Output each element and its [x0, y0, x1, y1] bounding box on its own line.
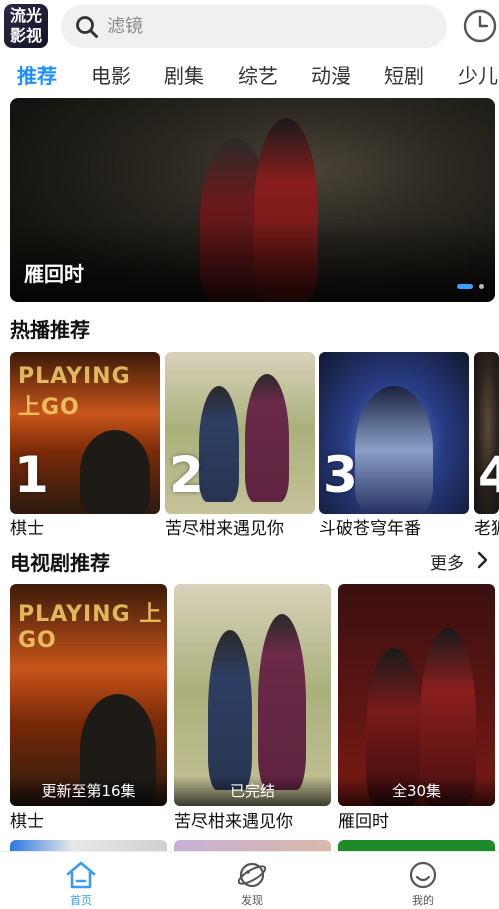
tab-short-drama[interactable]: 短剧: [384, 60, 424, 89]
smiley-icon: [409, 861, 437, 889]
banner-indicator-active[interactable]: [457, 284, 473, 289]
tv-item-title: 雁回时: [338, 812, 389, 832]
category-tabs: 推荐 电影 剧集 综艺 动漫 短剧 少儿: [0, 56, 499, 96]
hot-card[interactable]: 3: [319, 352, 469, 514]
tab-anime[interactable]: 动漫: [311, 60, 351, 89]
rank-number: 1: [14, 446, 49, 504]
nav-home[interactable]: 首页: [51, 860, 111, 908]
search-bar[interactable]: [61, 5, 447, 48]
nav-profile-label: 我的: [412, 894, 434, 907]
poster-art-text: PLAYING 上GO: [18, 364, 131, 420]
episode-badge: 全30集: [338, 776, 495, 806]
tv-card[interactable]: PLAYING 上GO 更新至第16集: [10, 584, 167, 806]
poster-figure: [80, 430, 150, 514]
rank-number: 3: [323, 446, 358, 504]
hot-section-title: 热播推荐: [10, 318, 90, 342]
tab-kids[interactable]: 少儿: [458, 60, 498, 89]
hot-card[interactable]: 2: [165, 352, 315, 514]
app-logo[interactable]: 流光 影视: [4, 4, 48, 48]
nav-home-label: 首页: [70, 894, 92, 907]
episode-badge: 更新至第16集: [10, 776, 167, 806]
poster-figure: [245, 374, 289, 502]
nav-discover[interactable]: 发现: [222, 860, 282, 908]
top-bar: 流光 影视: [0, 0, 499, 54]
poster-figure: [355, 386, 433, 514]
rank-number: 2: [169, 446, 204, 504]
nav-discover-label: 发现: [241, 894, 263, 907]
planet-icon: [237, 862, 267, 888]
hot-card[interactable]: PLAYING 上GO 1: [10, 352, 160, 514]
nav-profile[interactable]: 我的: [393, 860, 453, 908]
tv-section-title: 电视剧推荐: [10, 551, 110, 575]
hot-item-title: 棋士: [10, 519, 44, 539]
tv-card[interactable]: 全30集: [338, 584, 495, 806]
bottom-navigation: 首页 发现 我的: [0, 851, 499, 909]
chevron-right-icon[interactable]: [476, 551, 488, 569]
hot-item-title: 斗破苍穹年番: [319, 519, 421, 539]
more-link[interactable]: 更多: [430, 549, 464, 574]
banner-indicator[interactable]: [479, 284, 484, 289]
logo-line-2: 影视: [9, 26, 42, 45]
poster-figure: [258, 614, 306, 790]
banner-title: 雁回时: [24, 262, 84, 286]
tv-item-title: 棋士: [10, 812, 44, 832]
hot-item-title: 苦尽柑来遇见你: [165, 519, 284, 539]
episode-badge: 已完结: [174, 776, 331, 806]
poster-art-text: PLAYING 上GO: [18, 602, 163, 653]
home-icon: [66, 861, 96, 889]
tab-series[interactable]: 剧集: [164, 60, 204, 89]
tab-recommend[interactable]: 推荐: [17, 60, 57, 89]
rank-number: 4: [478, 446, 499, 504]
hero-banner[interactable]: 雁回时: [10, 98, 495, 302]
tab-variety[interactable]: 综艺: [238, 60, 278, 89]
tv-item-title: 苦尽柑来遇见你: [174, 812, 293, 832]
hot-item-title: 老狐: [474, 519, 499, 539]
poster-figure: [208, 630, 252, 790]
tab-movies[interactable]: 电影: [91, 60, 131, 89]
hot-card[interactable]: 4: [474, 352, 499, 514]
tv-card[interactable]: 已完结: [174, 584, 331, 806]
search-icon: [76, 16, 98, 38]
poster-figure: [199, 386, 239, 502]
search-input[interactable]: [107, 11, 427, 42]
history-clock-icon[interactable]: [462, 8, 498, 44]
logo-line-1: 流光: [9, 6, 42, 25]
